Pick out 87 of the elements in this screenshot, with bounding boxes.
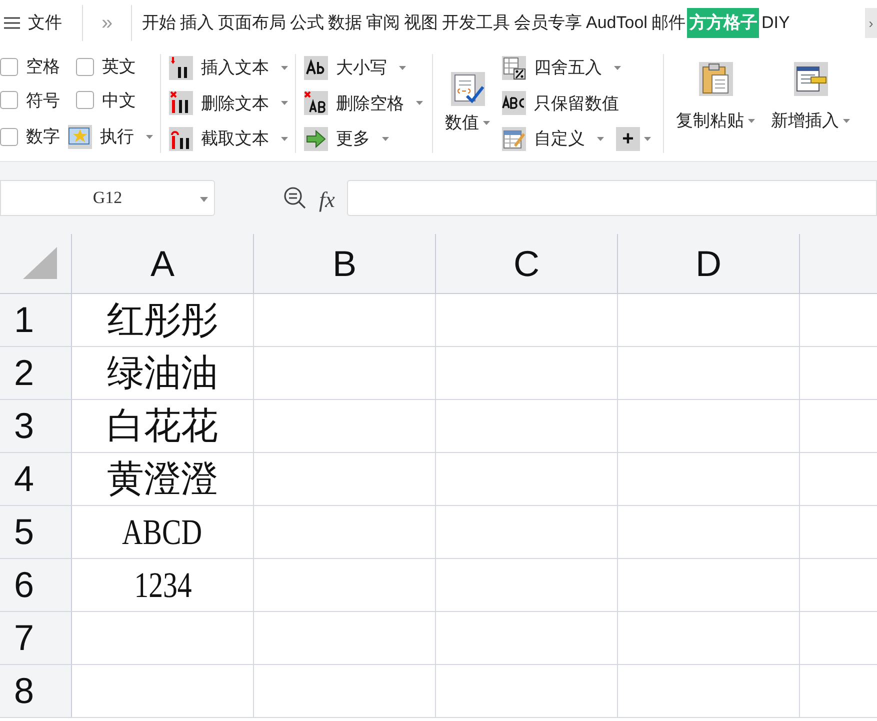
- table-cell-text: 绿油油: [107, 350, 218, 396]
- caret-icon: [748, 118, 755, 123]
- row-header[interactable]: 3: [0, 400, 72, 452]
- ribbon-tab[interactable]: 审阅: [364, 8, 402, 38]
- tool-button[interactable]: 删除空格: [304, 87, 424, 120]
- tool-button[interactable]: 截取文本: [169, 123, 287, 156]
- ribbon-tab[interactable]: 开发工具: [440, 8, 512, 38]
- checkbox[interactable]: [76, 58, 94, 76]
- checkbox[interactable]: [76, 91, 94, 110]
- checkbox-label: 数字: [26, 126, 60, 148]
- clipboard-icon: [698, 62, 732, 96]
- document-insert-icon: [794, 62, 828, 96]
- large-tool-button[interactable]: 复制粘贴: [676, 62, 755, 134]
- tool-button[interactable]: 插入文本: [169, 52, 287, 84]
- caret-icon: [644, 137, 651, 142]
- tool-button[interactable]: 更多: [304, 123, 424, 156]
- zoom-icon: [283, 186, 307, 210]
- tool-button[interactable]: 自定义: [502, 123, 604, 156]
- tool-button[interactable]: 删除文本: [169, 87, 287, 120]
- caret-icon: [281, 101, 288, 106]
- checkbox[interactable]: [0, 91, 18, 110]
- value-button[interactable]: 数值: [445, 72, 490, 136]
- caret-icon: [281, 66, 288, 70]
- triangle-icon: [23, 247, 57, 279]
- caret-icon: [416, 101, 423, 106]
- file-menu[interactable]: 文件: [0, 0, 66, 46]
- tool-button[interactable]: 大小写: [304, 52, 424, 84]
- formula-input[interactable]: [346, 180, 877, 216]
- letters-delete-icon: [304, 91, 328, 116]
- large-tool-button[interactable]: 新增插入: [771, 62, 850, 134]
- caret-icon: [200, 197, 208, 202]
- caret-icon: [614, 66, 621, 70]
- ribbon-tab[interactable]: 公式: [288, 8, 326, 38]
- ribbon-tab[interactable]: 插入: [178, 8, 216, 38]
- ribbon-tab[interactable]: AudTool: [584, 8, 650, 38]
- checkbox[interactable]: [0, 128, 18, 146]
- table-cell-text: ABCD: [122, 511, 202, 554]
- row-header[interactable]: 7: [0, 612, 72, 664]
- menu-icon: [4, 17, 20, 29]
- row-header[interactable]: 2: [0, 347, 72, 399]
- checkbox-label: 空格: [26, 56, 60, 78]
- tool-button[interactable]: 只保留数值: [502, 87, 651, 120]
- cut-bars-icon: [169, 127, 193, 152]
- row-header[interactable]: 5: [0, 506, 72, 558]
- letters-icon: [304, 56, 328, 80]
- arrow-icon: [304, 127, 328, 152]
- pencil-grid-icon: [502, 127, 526, 152]
- insert-bars-icon: [169, 56, 193, 80]
- checkbox[interactable]: [0, 58, 18, 76]
- scroll-right-button[interactable]: ›: [865, 8, 877, 38]
- column-header[interactable]: A: [72, 234, 254, 293]
- row-header[interactable]: 1: [0, 294, 72, 346]
- ribbon-tab[interactable]: 开始: [140, 8, 178, 38]
- table-cell-text: 黄澄澄: [107, 456, 218, 502]
- ribbon-tab[interactable]: 视图: [402, 8, 440, 38]
- caret-icon: [399, 66, 406, 70]
- caret-icon: [597, 137, 604, 142]
- table-cell-text: 红彤彤: [107, 297, 218, 344]
- grid-percent-icon: [502, 56, 526, 80]
- column-header[interactable]: B: [254, 234, 436, 293]
- ribbon-tab[interactable]: 页面布局: [216, 8, 288, 38]
- name-box[interactable]: G12: [0, 180, 215, 216]
- checkbox-label: 中文: [102, 90, 136, 112]
- caret-icon: [843, 118, 850, 123]
- table-cell-text: 1234: [134, 564, 192, 607]
- tool-button[interactable]: 四舍五入: [502, 52, 651, 84]
- caret-icon: [146, 135, 153, 139]
- caret-icon: [281, 137, 288, 142]
- tool-button[interactable]: 执行: [68, 121, 153, 153]
- function-label[interactable]: fx: [319, 183, 335, 216]
- row-header[interactable]: 8: [0, 665, 72, 717]
- document-check-icon: [450, 72, 484, 106]
- ribbon-tab[interactable]: 数据: [326, 8, 364, 38]
- row-header[interactable]: 6: [0, 559, 72, 611]
- table-cell-text: 白花花: [107, 403, 218, 450]
- ribbon-tab[interactable]: 会员专享: [512, 8, 584, 38]
- ribbon-tab[interactable]: 邮件: [649, 8, 688, 38]
- column-header[interactable]: D: [618, 234, 800, 293]
- checkbox-label: 英文: [102, 56, 136, 78]
- row-header[interactable]: 4: [0, 453, 72, 505]
- delete-bars-icon: [169, 91, 193, 116]
- letters-icon: [502, 91, 526, 116]
- ribbon-tab[interactable]: DIY: [759, 8, 792, 38]
- caret-icon: [382, 137, 389, 142]
- checkbox-label: 符号: [26, 90, 60, 112]
- column-header[interactable]: C: [436, 234, 618, 293]
- caret-icon: [483, 120, 490, 124]
